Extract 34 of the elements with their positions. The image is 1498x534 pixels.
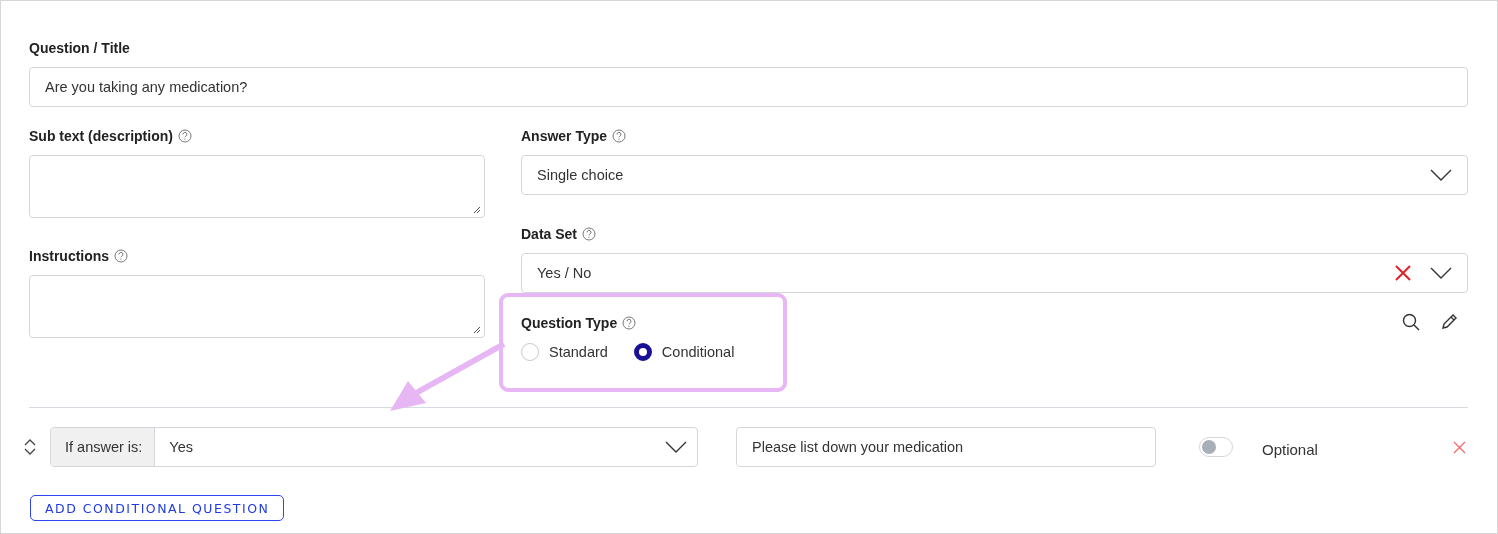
close-icon[interactable] (1453, 440, 1466, 454)
search-icon[interactable] (1402, 313, 1420, 331)
pencil-icon[interactable] (1440, 313, 1458, 331)
field-label: Sub text (description) (29, 128, 173, 144)
field-label: Answer Type (521, 128, 608, 144)
radio-button[interactable] (633, 343, 652, 361)
radio-label[interactable]: Conditional (661, 344, 735, 360)
help-icon[interactable] (114, 249, 129, 263)
answer-condition-dropdown[interactable]: If answer is: Yes (50, 427, 698, 467)
data-set-dropdown[interactable]: Yes / No (521, 253, 1468, 293)
radio-label[interactable]: Standard (549, 344, 608, 360)
title-input[interactable]: Are you taking any medication? (29, 67, 1468, 107)
help-icon[interactable] (582, 227, 597, 241)
chevron-down-icon[interactable] (1430, 267, 1452, 279)
conditional-question-input[interactable]: Please list down your medication (736, 427, 1156, 467)
help-icon[interactable] (622, 316, 637, 330)
field-label: Question Type (521, 315, 618, 331)
sort-icon[interactable] (24, 438, 36, 456)
condition-prefix: If answer is: (51, 428, 156, 466)
optional-toggle[interactable] (1199, 437, 1233, 457)
help-icon[interactable] (177, 129, 192, 143)
field-label: Question / Title (29, 40, 130, 56)
chevron-down-icon[interactable] (1430, 169, 1452, 181)
toggle-label: Optional (1262, 440, 1318, 458)
chevron-down-icon[interactable] (665, 441, 687, 453)
clear-icon[interactable] (1394, 264, 1412, 282)
help-icon[interactable] (612, 129, 627, 143)
resize-handle-icon[interactable] (473, 206, 481, 214)
answer-type-dropdown[interactable]: Single choice (521, 155, 1468, 195)
resize-handle-icon[interactable] (473, 326, 481, 334)
selected-answer: Yes (169, 439, 193, 455)
field-label: Instructions (29, 248, 110, 264)
add-conditional-question-button[interactable]: ADD CONDITIONAL QUESTION (30, 495, 285, 521)
field-label: Data Set (521, 226, 578, 242)
